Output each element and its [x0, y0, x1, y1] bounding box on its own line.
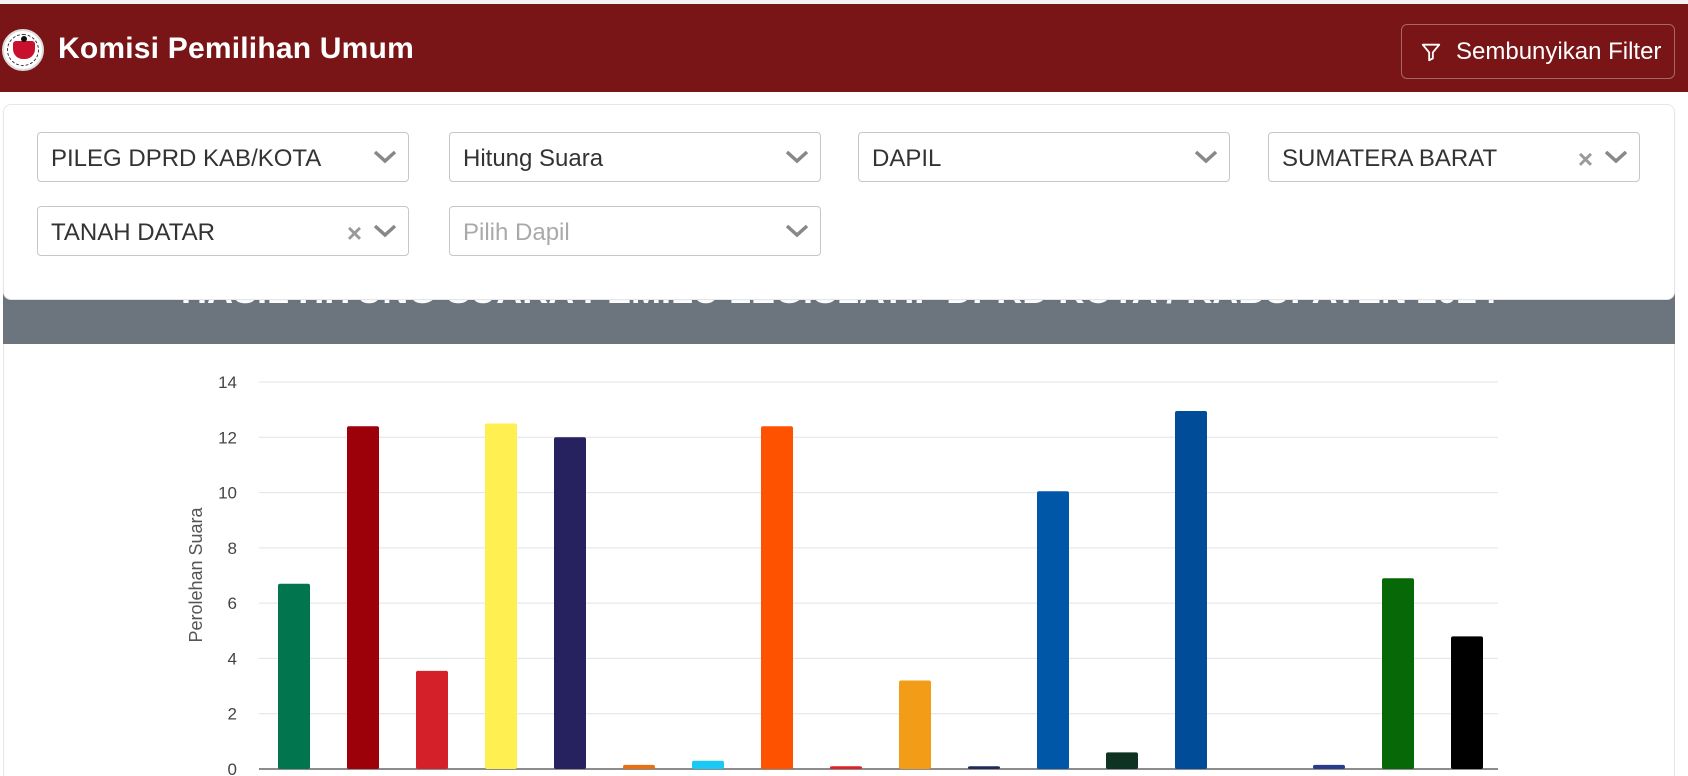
- select-value: SUMATERA BARAT: [1282, 145, 1498, 172]
- garuda-emblem: [13, 41, 35, 59]
- kpu-logo[interactable]: [2, 29, 44, 71]
- clear-icon[interactable]: ×: [347, 219, 362, 247]
- bar: [554, 437, 586, 769]
- chevron-down-icon: [1604, 150, 1628, 164]
- y-tick-label: 10: [218, 484, 237, 503]
- y-tick-label: 2: [228, 705, 237, 724]
- bar: [899, 680, 931, 769]
- bar: [347, 426, 379, 769]
- chevron-down-icon: [785, 224, 809, 238]
- star-emblem: [21, 36, 27, 42]
- bar: [1451, 636, 1483, 769]
- select-value: DAPIL: [872, 145, 942, 172]
- dapil-select[interactable]: Pilih Dapil: [449, 206, 821, 256]
- y-tick-label: 4: [228, 649, 237, 668]
- y-tick-label: 6: [228, 594, 237, 613]
- bar: [830, 766, 862, 769]
- bar: [278, 583, 310, 769]
- hide-filter-button[interactable]: Sembunyikan Filter: [1401, 24, 1675, 79]
- filter-panel: PILEG DPRD KAB/KOTA Hitung Suara DAPIL S…: [3, 104, 1675, 300]
- province-select[interactable]: SUMATERA BARAT ×: [1268, 132, 1640, 182]
- bar: [761, 426, 793, 769]
- hide-filter-label: Sembunyikan Filter: [1456, 37, 1662, 65]
- bar: [1313, 764, 1345, 769]
- filter-icon: [1421, 43, 1441, 61]
- bar: [485, 423, 517, 769]
- y-tick-label: 14: [218, 373, 237, 392]
- chevron-down-icon: [373, 224, 397, 238]
- chevron-down-icon: [785, 150, 809, 164]
- chart-panel: 0 2 4 6 8 10 12 14 Perolehan Suara: [3, 344, 1675, 776]
- bar: [416, 670, 448, 769]
- select-value: PILEG DPRD KAB/KOTA: [51, 145, 322, 172]
- app-header: Komisi Pemilihan Umum Sembunyikan Filter: [0, 4, 1688, 92]
- y-tick-label: 0: [228, 760, 237, 776]
- select-value: Hitung Suara: [463, 145, 604, 172]
- bar: [623, 764, 655, 769]
- bar: [692, 760, 724, 769]
- election-type-select[interactable]: PILEG DPRD KAB/KOTA: [37, 132, 409, 182]
- select-placeholder: Pilih Dapil: [463, 219, 570, 246]
- y-axis-label: Perolehan Suara: [186, 506, 206, 642]
- clear-icon[interactable]: ×: [1578, 145, 1593, 173]
- bar: [1106, 752, 1138, 769]
- chevron-down-icon: [373, 150, 397, 164]
- brand-title[interactable]: Komisi Pemilihan Umum: [58, 32, 414, 66]
- select-value: TANAH DATAR: [51, 219, 216, 246]
- bar: [1175, 411, 1207, 769]
- y-tick-label: 8: [228, 539, 237, 558]
- vote-bar-chart: 0 2 4 6 8 10 12 14 Perolehan Suara: [186, 373, 1498, 776]
- count-type-select[interactable]: Hitung Suara: [449, 132, 821, 182]
- chevron-down-icon: [1194, 150, 1218, 164]
- region-level-select[interactable]: DAPIL: [858, 132, 1230, 182]
- regency-select[interactable]: TANAH DATAR ×: [37, 206, 409, 256]
- bar: [968, 766, 1000, 769]
- bar: [1037, 491, 1069, 769]
- y-tick-label: 12: [218, 428, 237, 447]
- bar: [1382, 578, 1414, 769]
